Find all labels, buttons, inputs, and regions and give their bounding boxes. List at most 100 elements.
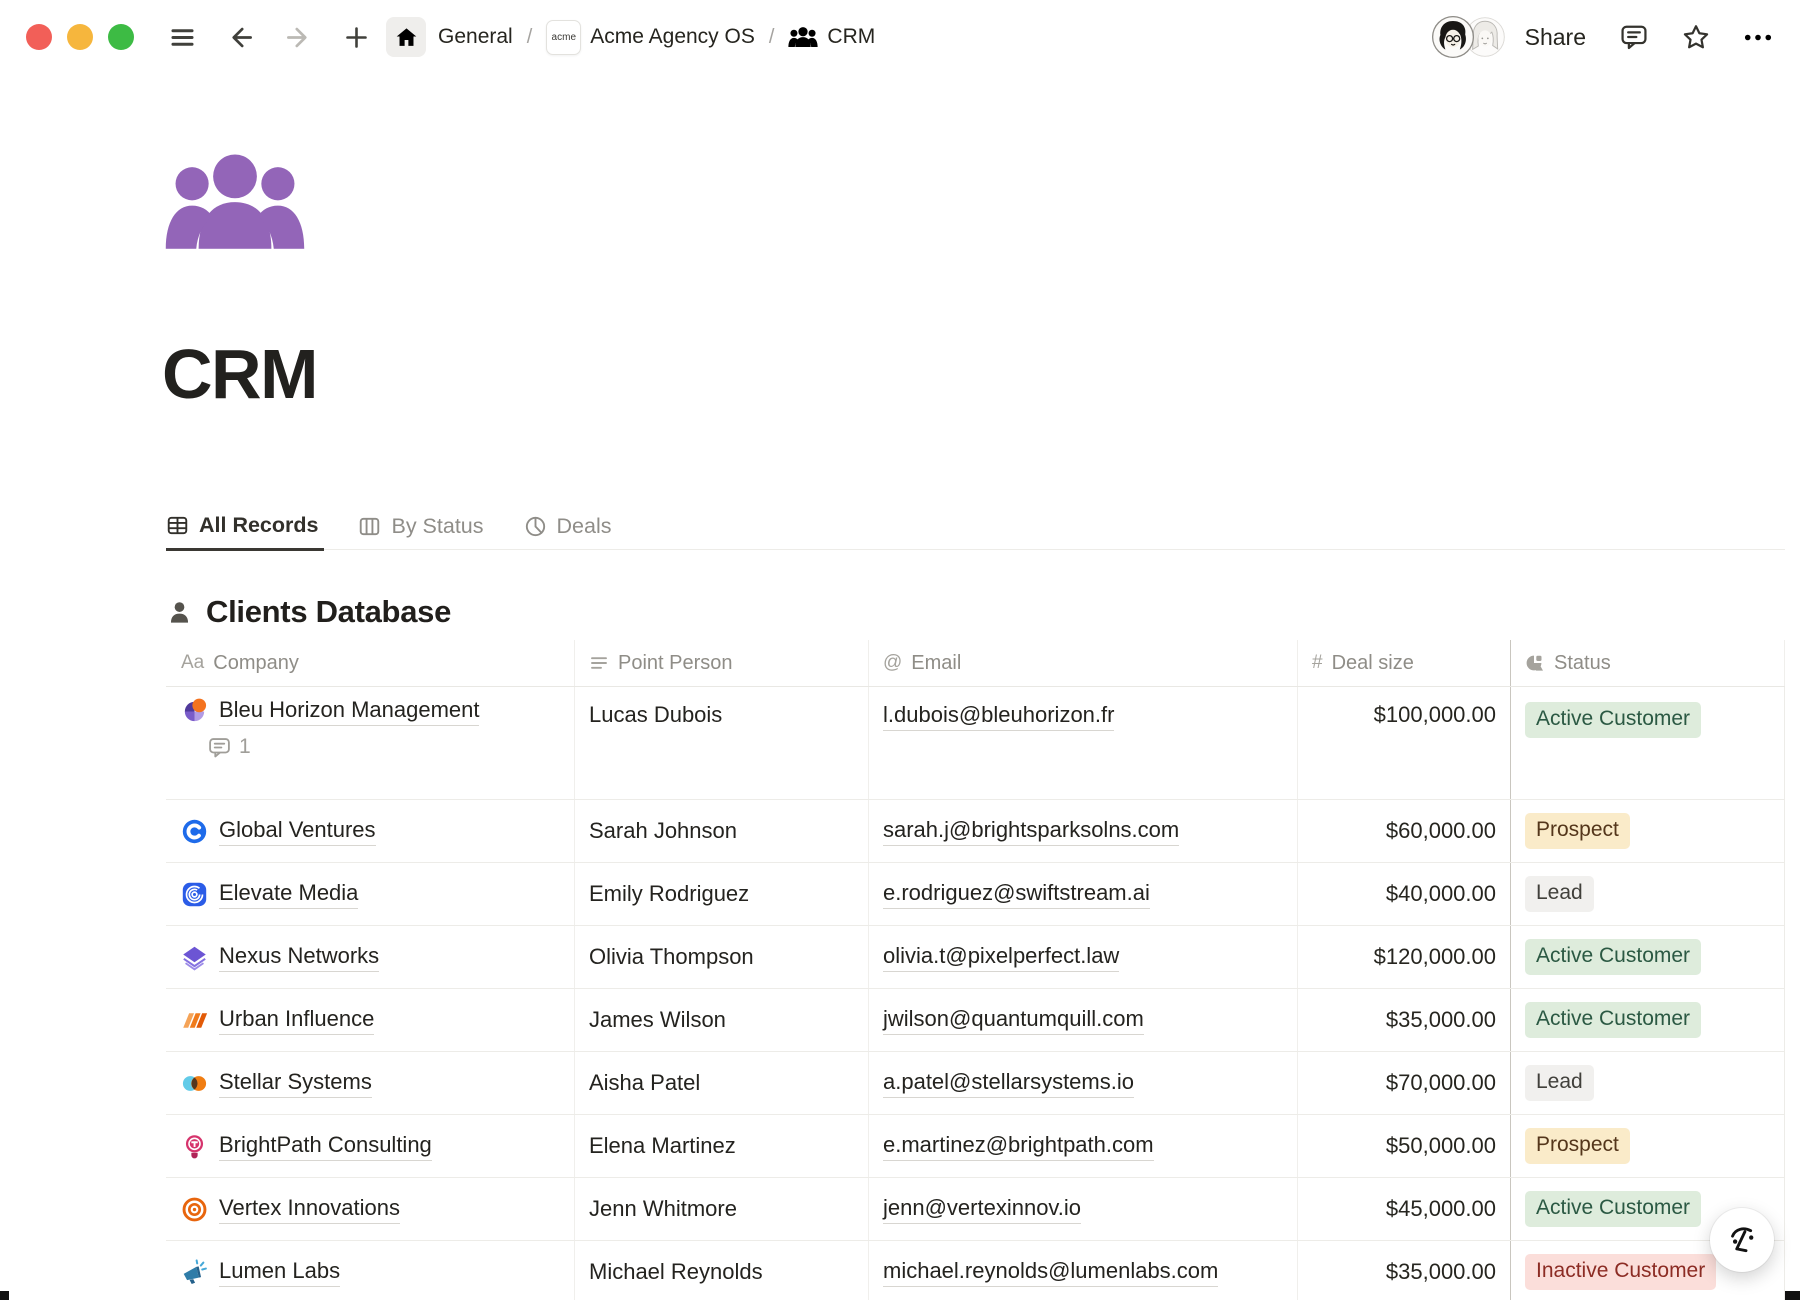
text-property-icon <box>589 653 609 673</box>
home-button[interactable] <box>386 17 426 57</box>
database-heading[interactable]: Clients Database <box>166 594 451 630</box>
more-options-icon[interactable] <box>1744 23 1772 51</box>
point-person-cell[interactable]: Emily Rodriguez <box>575 863 869 925</box>
favorite-star-icon[interactable] <box>1682 23 1710 51</box>
point-person-cell[interactable]: Elena Martinez <box>575 1115 869 1177</box>
company-link[interactable]: BrightPath Consulting <box>219 1132 432 1161</box>
status-cell[interactable]: Prospect <box>1511 1115 1785 1177</box>
breadcrumb-separator: / <box>767 26 777 49</box>
deal-size-cell[interactable]: $100,000.00 <box>1298 687 1511 799</box>
status-cell[interactable]: Active Customer <box>1511 926 1785 988</box>
company-cell[interactable]: Bleu Horizon Management 1 <box>166 687 575 799</box>
deal-size-cell[interactable]: $120,000.00 <box>1298 926 1511 988</box>
status-cell[interactable]: Active Customer <box>1511 687 1785 799</box>
new-page-icon[interactable] <box>342 23 370 51</box>
email-cell[interactable]: e.rodriguez@swiftstream.ai <box>869 863 1298 925</box>
comment-count[interactable]: 1 <box>208 735 251 759</box>
column-header-point-person[interactable]: Point Person <box>575 640 869 686</box>
deal-size-cell[interactable]: $60,000.00 <box>1298 800 1511 862</box>
email-cell[interactable]: e.martinez@brightpath.com <box>869 1115 1298 1177</box>
zoom-window-button[interactable] <box>108 24 134 50</box>
company-link[interactable]: Bleu Horizon Management <box>219 697 479 726</box>
company-link[interactable]: Lumen Labs <box>219 1258 340 1287</box>
point-person-cell[interactable]: Olivia Thompson <box>575 926 869 988</box>
company-cell[interactable]: Global Ventures <box>166 800 575 862</box>
table-row[interactable]: Nexus Networks Olivia Thompson olivia.t@… <box>166 926 1785 989</box>
column-header-company[interactable]: Aa Company <box>166 640 575 686</box>
deal-size-cell[interactable]: $70,000.00 <box>1298 1052 1511 1114</box>
logo-lumen-labs-icon <box>181 1259 208 1286</box>
table-row[interactable]: BrightPath Consulting Elena Martinez e.m… <box>166 1115 1785 1178</box>
logo-global-ventures-icon <box>181 818 208 845</box>
company-cell[interactable]: Nexus Networks <box>166 926 575 988</box>
avatar <box>1432 16 1474 58</box>
tab-by-status[interactable]: By Status <box>358 497 489 549</box>
comment-bubble-icon <box>208 736 231 759</box>
email-cell[interactable]: olivia.t@pixelperfect.law <box>869 926 1298 988</box>
status-cell[interactable]: Lead <box>1511 1052 1785 1114</box>
column-header-status[interactable]: Status <box>1511 640 1785 686</box>
table-row[interactable]: Lumen Labs Michael Reynolds michael.reyn… <box>166 1241 1785 1300</box>
company-cell[interactable]: BrightPath Consulting <box>166 1115 575 1177</box>
table-row[interactable]: Elevate Media Emily Rodriguez e.rodrigue… <box>166 863 1785 926</box>
share-button[interactable]: Share <box>1525 24 1586 51</box>
company-cell[interactable]: Urban Influence <box>166 989 575 1051</box>
column-header-deal-size[interactable]: # Deal size <box>1298 640 1511 686</box>
point-person-cell[interactable]: Lucas Dubois <box>575 687 869 799</box>
back-icon[interactable] <box>226 23 254 51</box>
status-cell[interactable]: Lead <box>1511 863 1785 925</box>
deal-size-cell[interactable]: $40,000.00 <box>1298 863 1511 925</box>
point-person-cell[interactable]: James Wilson <box>575 989 869 1051</box>
table-row[interactable]: Bleu Horizon Management 1 Lucas Dubois l… <box>166 687 1785 800</box>
email-cell[interactable]: jenn@vertexinnov.io <box>869 1178 1298 1240</box>
company-link[interactable]: Vertex Innovations <box>219 1195 400 1224</box>
table-row[interactable]: Vertex Innovations Jenn Whitmore jenn@ve… <box>166 1178 1785 1241</box>
crm-people-icon <box>788 27 818 47</box>
company-cell[interactable]: Vertex Innovations <box>166 1178 575 1240</box>
company-link[interactable]: Global Ventures <box>219 817 376 846</box>
table-header-row: Aa Company Point Person @ Email # Deal s… <box>166 640 1785 687</box>
table-row[interactable]: Stellar Systems Aisha Patel a.patel@stel… <box>166 1052 1785 1115</box>
point-person-cell[interactable]: Aisha Patel <box>575 1052 869 1114</box>
deal-size-cell[interactable]: $45,000.00 <box>1298 1178 1511 1240</box>
column-header-email[interactable]: @ Email <box>869 640 1298 686</box>
deal-size-cell[interactable]: $35,000.00 <box>1298 1241 1511 1300</box>
point-person-cell[interactable]: Jenn Whitmore <box>575 1178 869 1240</box>
status-badge: Active Customer <box>1525 939 1701 975</box>
email-cell[interactable]: a.patel@stellarsystems.io <box>869 1052 1298 1114</box>
company-cell[interactable]: Lumen Labs <box>166 1241 575 1300</box>
point-person-cell[interactable]: Sarah Johnson <box>575 800 869 862</box>
email-cell[interactable]: sarah.j@brightsparksolns.com <box>869 800 1298 862</box>
tab-all-records[interactable]: All Records <box>166 497 324 551</box>
page-people-icon[interactable] <box>164 154 306 249</box>
deal-size-cell[interactable]: $35,000.00 <box>1298 989 1511 1051</box>
status-cell[interactable]: Prospect <box>1511 800 1785 862</box>
deal-size-cell[interactable]: $50,000.00 <box>1298 1115 1511 1177</box>
notion-ai-button[interactable] <box>1710 1208 1774 1272</box>
point-person-cell[interactable]: Michael Reynolds <box>575 1241 869 1300</box>
email-cell[interactable]: l.dubois@bleuhorizon.fr <box>869 687 1298 799</box>
company-link[interactable]: Nexus Networks <box>219 943 379 972</box>
page-title[interactable]: CRM <box>162 334 317 414</box>
breadcrumb-crm[interactable]: CRM <box>788 25 875 49</box>
company-link[interactable]: Stellar Systems <box>219 1069 372 1098</box>
company-cell[interactable]: Stellar Systems <box>166 1052 575 1114</box>
close-window-button[interactable] <box>26 24 52 50</box>
tab-deals[interactable]: Deals <box>524 497 618 549</box>
sidebar-toggle-icon[interactable] <box>168 23 196 51</box>
email-cell[interactable]: michael.reynolds@lumenlabs.com <box>869 1241 1298 1300</box>
company-cell[interactable]: Elevate Media <box>166 863 575 925</box>
breadcrumb-general[interactable]: General <box>438 25 513 49</box>
minimize-window-button[interactable] <box>67 24 93 50</box>
table-row[interactable]: Global Ventures Sarah Johnson sarah.j@br… <box>166 800 1785 863</box>
clients-table: Aa Company Point Person @ Email # Deal s… <box>166 640 1785 1300</box>
comments-icon[interactable] <box>1620 23 1648 51</box>
collaborator-avatars[interactable] <box>1432 16 1505 58</box>
status-badge: Active Customer <box>1525 1002 1701 1038</box>
table-row[interactable]: Urban Influence James Wilson jwilson@qua… <box>166 989 1785 1052</box>
company-link[interactable]: Urban Influence <box>219 1006 374 1035</box>
breadcrumb-workspace[interactable]: acme Acme Agency OS <box>546 20 755 55</box>
status-cell[interactable]: Active Customer <box>1511 989 1785 1051</box>
company-link[interactable]: Elevate Media <box>219 880 358 909</box>
email-cell[interactable]: jwilson@quantumquill.com <box>869 989 1298 1051</box>
